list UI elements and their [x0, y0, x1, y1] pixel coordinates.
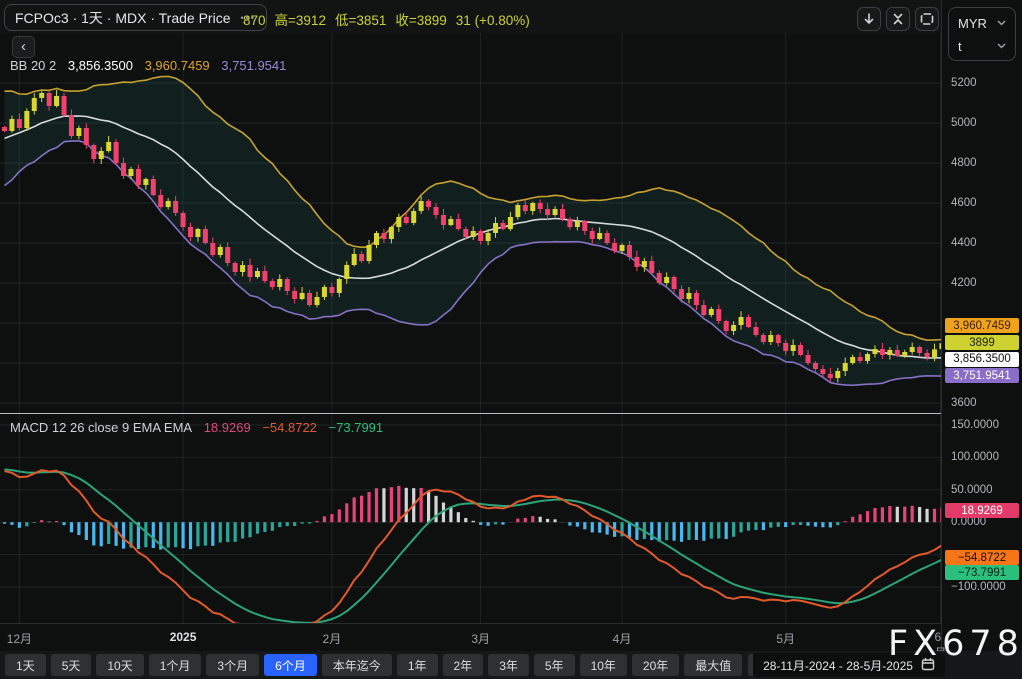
- unit-selector-box: MYR t: [948, 7, 1016, 61]
- range-button-1[interactable]: 5天: [50, 654, 92, 676]
- chevron-down-icon: [997, 43, 1006, 49]
- axis-price-badge: 3,856.3500: [945, 351, 1019, 367]
- ohlc-low: 低=3851: [334, 13, 387, 28]
- axis-price-badge: 3,960.7459: [945, 318, 1019, 333]
- date-range-box[interactable]: 28-11月-2024 - 28-5月-2025: [753, 653, 945, 677]
- bb-upper-value: 3,960.7459: [144, 58, 210, 73]
- ohlc-change: 31 (+0.80%): [455, 13, 530, 28]
- macd-tick: 100.0000: [951, 451, 999, 464]
- range-button-4[interactable]: 3个月: [206, 654, 260, 676]
- axis-price-badge: 3,751.9541: [945, 368, 1019, 383]
- top-toolbar: FCPOc3 · 1天 · MDX · Trade Price ••• 870 高…: [0, 0, 941, 33]
- back-button[interactable]: ‹: [12, 36, 35, 58]
- range-button-10[interactable]: 5年: [533, 654, 575, 676]
- time-axis-label: 12月: [6, 632, 33, 646]
- toolbar-buttons: [857, 7, 939, 31]
- frame-icon: [920, 13, 934, 25]
- axis-price-badge: 3899: [945, 335, 1019, 350]
- currency-selector[interactable]: MYR: [958, 12, 1006, 34]
- symbol-description[interactable]: FCPOc3 · 1天 · MDX · Trade Price •••: [4, 4, 267, 31]
- range-button-5[interactable]: 6个月: [264, 654, 317, 676]
- ohlc-close: 收=3899: [395, 13, 447, 28]
- ohlc-readout: 870 高=3912 低=3851 收=3899 31 (+0.80%): [243, 9, 539, 29]
- macd-indicator-header[interactable]: MACD 12 26 close 9 EMA EMA 18.9269 −54.8…: [10, 420, 391, 435]
- range-button-6[interactable]: 本年迄今: [321, 654, 392, 676]
- macd-tick: 50.0000: [951, 483, 993, 496]
- axis-price-badge: −73.7991: [945, 565, 1019, 580]
- currency-value: MYR: [958, 15, 987, 31]
- price-pane-chart[interactable]: [0, 33, 941, 413]
- range-button-13[interactable]: 最大值: [684, 654, 743, 676]
- range-toolbar: 1天 5天 10天 1个月 3个月 6个月 本年迄今 1年 2年 3年 5年 10年 20年 最大值 28…: [0, 651, 1022, 679]
- bb-lower-value: 3,751.9541: [221, 58, 287, 73]
- trading-chart-app: FCPOc3 · 1天 · MDX · Trade Price ••• 870 高…: [0, 0, 1022, 679]
- range-button-3[interactable]: 1个月: [148, 654, 202, 676]
- arrow-down-icon: [864, 13, 874, 24]
- macd-tick: −100.0000: [951, 581, 1006, 593]
- range-button-12[interactable]: 20年: [631, 654, 680, 676]
- time-axis[interactable]: 12月20252月3月4月5月6月: [0, 624, 947, 660]
- price-axis[interactable]: MYR t 5200 5000 4800 4600 4400 4200 3600 150.00…: [941, 0, 1022, 651]
- chevron-down-icon: [997, 20, 1006, 26]
- macd-tick: 150.0000: [951, 419, 999, 431]
- time-axis-label: 4月: [612, 632, 632, 646]
- calendar-icon: [921, 657, 935, 674]
- time-axis-label: 2025: [169, 630, 197, 644]
- range-button-2[interactable]: 10天: [96, 654, 144, 676]
- time-axis-label: 3月: [471, 632, 490, 646]
- bb-indicator-header[interactable]: BB 20 2 3,856.3500 3,960.7459 3,751.9541: [10, 58, 294, 73]
- macd-pane-chart[interactable]: [0, 415, 941, 623]
- range-button-8[interactable]: 2年: [442, 654, 484, 676]
- fullscreen-button[interactable]: [915, 7, 939, 31]
- macd-histogram-value: 18.9269: [203, 420, 251, 435]
- range-button-0[interactable]: 1天: [5, 654, 46, 676]
- collapse-pane-button[interactable]: [886, 7, 910, 31]
- price-tick: 5000: [951, 117, 977, 129]
- price-tick: 4800: [951, 157, 977, 169]
- range-button-9[interactable]: 3年: [488, 654, 529, 676]
- unit-value: t: [958, 38, 962, 54]
- bb-basis-value: 3,856.3500: [67, 58, 133, 73]
- scroll-down-button[interactable]: [857, 7, 881, 31]
- symbol-title: FCPOc3 · 1天 · MDX · Trade Price: [15, 9, 231, 26]
- macd-line-value: −54.8722: [262, 420, 317, 435]
- time-axis-label: 5月: [776, 632, 796, 646]
- price-tick: 3600: [951, 397, 977, 409]
- bb-label: BB 20 2: [10, 58, 57, 73]
- price-tick: 4400: [951, 237, 977, 249]
- unit-selector[interactable]: t: [958, 35, 1006, 57]
- price-tick: 4200: [951, 277, 977, 289]
- range-buttons: 1天 5天 10天 1个月 3个月 6个月 本年迄今 1年 2年 3年 5年 10年 20年 最大值: [5, 654, 743, 676]
- collapse-icon: [893, 13, 903, 25]
- time-axis-label: 2月: [322, 632, 342, 646]
- macd-label: MACD 12 26 close 9 EMA EMA: [10, 420, 193, 435]
- ohlc-high: 高=3912: [274, 13, 326, 28]
- pane-divider[interactable]: [0, 413, 1022, 414]
- range-button-11[interactable]: 10年: [579, 654, 627, 676]
- price-tick: 5200: [951, 77, 977, 89]
- axis-price-badge: 18.9269: [945, 503, 1019, 518]
- price-tick: 4600: [951, 197, 977, 209]
- date-range-text: 28-11月-2024 - 28-5月-2025: [763, 658, 913, 673]
- ohlc-open: 870: [243, 13, 266, 28]
- range-button-7[interactable]: 1年: [396, 654, 438, 676]
- axis-price-badge: −54.8722: [945, 550, 1019, 565]
- macd-signal-value: −73.7991: [328, 420, 384, 435]
